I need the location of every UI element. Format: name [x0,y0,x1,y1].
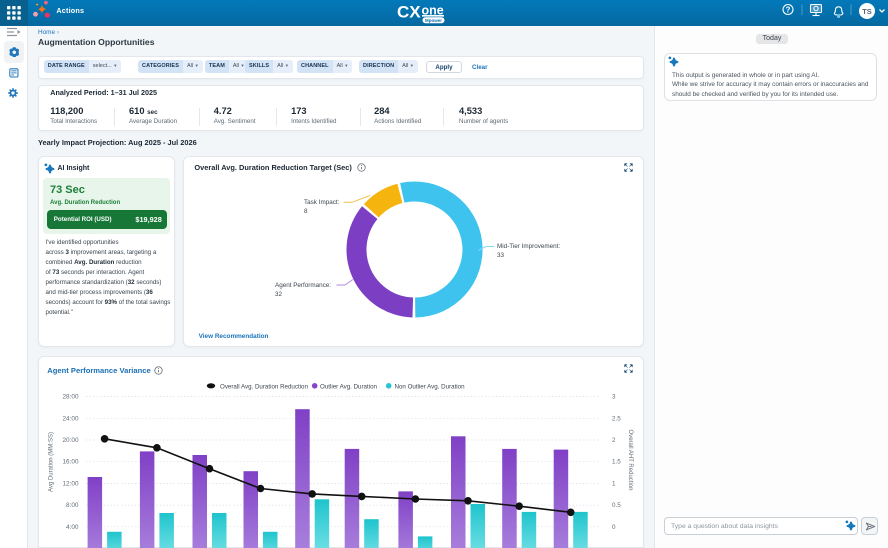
svg-text:Avg Duration (MM:SS): Avg Duration (MM:SS) [49,432,55,492]
svg-text:1: 1 [612,480,616,487]
svg-text:?: ? [786,5,791,14]
svg-text:12:00: 12:00 [63,480,79,487]
svg-text:4:00: 4:00 [66,524,79,531]
svg-text:Outlier Avg. Duration: Outlier Avg. Duration [320,383,378,390]
svg-text:Overall AHT Reduction: Overall AHT Reduction [627,430,633,491]
svg-text:24:00: 24:00 [63,415,79,422]
svg-text:Overall Avg. Duration Reductio: Overall Avg. Duration Reduction [220,383,308,390]
svg-text:3: 3 [612,394,616,401]
svg-text:Mpower: Mpower [425,18,442,23]
svg-text:1.5: 1.5 [612,459,621,466]
svg-text:0.5: 0.5 [612,502,621,509]
svg-text:28:00: 28:00 [63,394,79,401]
svg-text:CX: CX [397,3,421,22]
svg-text:2: 2 [612,437,616,444]
svg-text:8:00: 8:00 [66,502,79,509]
svg-text:0: 0 [612,524,616,531]
svg-text:16:00: 16:00 [63,459,79,466]
svg-text:TS: TS [862,7,872,16]
svg-text:Non Outlier Avg. Duration: Non Outlier Avg. Duration [395,383,466,390]
svg-text:20:00: 20:00 [63,437,79,444]
svg-text:2.5: 2.5 [612,415,621,422]
